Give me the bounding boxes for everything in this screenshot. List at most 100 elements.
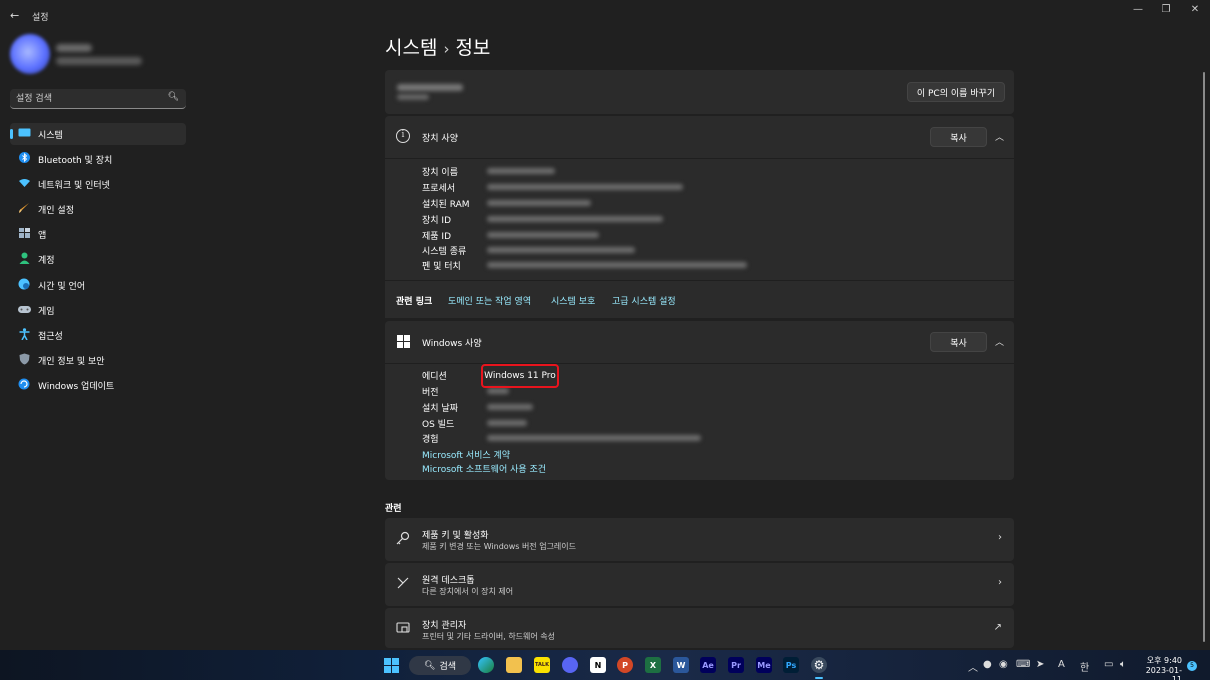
- tray-app-icon[interactable]: ●: [983, 659, 992, 670]
- sidebar-item-system[interactable]: 시스템: [10, 123, 186, 145]
- sidebar-item-personalization[interactable]: 개인 설정: [10, 199, 186, 221]
- sidebar-item-gaming[interactable]: 게임: [10, 299, 186, 321]
- scrollbar[interactable]: [1203, 72, 1205, 642]
- spec-key: 장치 이름: [422, 168, 458, 178]
- profile-email-redacted: [56, 57, 142, 65]
- avatar[interactable]: [10, 34, 50, 74]
- device-specs-header[interactable]: i 장치 사양 복사 ︿: [385, 116, 1014, 158]
- photoshop-icon[interactable]: Ps: [783, 657, 799, 673]
- minimize-button[interactable]: —: [1124, 4, 1152, 18]
- link-advanced-system-settings[interactable]: 고급 시스템 설정: [612, 294, 676, 307]
- breadcrumb-parent[interactable]: 시스템: [385, 37, 437, 59]
- spec-value-redacted: [487, 200, 591, 206]
- ime-hangul-indicator[interactable]: 한: [1080, 659, 1089, 674]
- related-links-title: 관련 링크: [396, 297, 433, 307]
- windows-logo-icon: [397, 335, 410, 348]
- sidebar-item-time-language[interactable]: 시간 및 언어: [10, 274, 186, 296]
- spec-key: 설치된 RAM: [422, 200, 470, 210]
- sidebar-item-accessibility[interactable]: 접근성: [10, 325, 186, 347]
- spec-value-redacted: [487, 404, 533, 410]
- divider: [385, 363, 1014, 364]
- close-button[interactable]: ✕: [1181, 4, 1209, 18]
- sidebar-item-label: 게임: [38, 306, 55, 317]
- send-icon[interactable]: ➤: [1036, 659, 1044, 670]
- search-icon[interactable]: 🔍︎: [168, 92, 179, 102]
- time-language-icon: [10, 278, 38, 293]
- related-item-device-manager[interactable]: 장치 관리자 프린터 및 기타 드라이버, 하드웨어 속성 ↗: [385, 608, 1014, 648]
- spec-key: 제품 ID: [422, 232, 452, 242]
- clock-time[interactable]: 오후 9:40: [1146, 655, 1182, 666]
- sidebar-item-label: 개인 정보 및 보안: [38, 357, 105, 368]
- chevron-up-icon[interactable]: ︿: [968, 659, 978, 674]
- title-bar: ← 설정 — ❐ ✕: [0, 0, 1210, 30]
- shield-icon: [10, 353, 38, 368]
- volume-icon[interactable]: 🔈︎: [1120, 659, 1126, 670]
- sidebar-item-privacy[interactable]: 개인 정보 및 보안: [10, 350, 186, 372]
- back-arrow-icon[interactable]: ←: [10, 9, 19, 22]
- device-name-redacted: [397, 84, 463, 91]
- taskbar-search[interactable]: 🔍︎ 검색: [409, 656, 471, 675]
- windows-specs-title: Windows 사양: [422, 339, 482, 349]
- related-item-product-key[interactable]: 제품 키 및 활성화 제품 키 변경 또는 Windows 버전 업그레이드 ›: [385, 518, 1014, 561]
- ime-mode-indicator[interactable]: A: [1058, 659, 1065, 670]
- taskbar: 🔍︎ 검색 TALK N P X W Ae Pr Me Ps ⚙ ︿ ● ◉ ⌨ …: [0, 650, 1210, 680]
- edition-value: Windows 11 Pro: [481, 364, 559, 388]
- link-system-protection[interactable]: 시스템 보호: [551, 294, 595, 307]
- clock-date[interactable]: 2023-01-11: [1140, 666, 1182, 680]
- copy-windows-specs-button[interactable]: 복사: [930, 332, 987, 352]
- spec-value-redacted: [487, 184, 683, 190]
- spec-row: 장치 이름: [422, 165, 1002, 179]
- discord-icon[interactable]: [562, 657, 578, 673]
- edge-icon[interactable]: [478, 657, 494, 673]
- discord-tray-icon[interactable]: ◉: [999, 659, 1008, 670]
- spec-row: 펜 및 터치: [422, 259, 1002, 273]
- start-button[interactable]: [383, 657, 399, 673]
- search-icon: 🔍︎: [424, 660, 436, 671]
- chevron-up-icon[interactable]: ︿: [995, 335, 1004, 348]
- device-manager-icon: [396, 621, 410, 639]
- excel-icon[interactable]: X: [645, 657, 661, 673]
- link-microsoft-services-agreement[interactable]: Microsoft 서비스 계약: [422, 448, 510, 461]
- kakaotalk-icon[interactable]: TALK: [534, 657, 550, 673]
- account-icon: [10, 252, 38, 267]
- spec-key: 프로세서: [422, 184, 456, 194]
- gamepad-icon: [10, 304, 38, 317]
- device-model-redacted: [397, 94, 429, 100]
- sidebar-item-label: 접근성: [38, 332, 63, 342]
- word-icon[interactable]: W: [673, 657, 689, 673]
- sidebar-item-accounts[interactable]: 계정: [10, 249, 186, 271]
- link-microsoft-software-license[interactable]: Microsoft 소프트웨어 사용 조건: [422, 462, 546, 475]
- window-title: 설정: [32, 13, 49, 23]
- windows-specs-header[interactable]: Windows 사양 복사 ︿: [385, 321, 1014, 363]
- display-icon[interactable]: ▭: [1104, 659, 1113, 670]
- spec-row: 제품 ID: [422, 229, 1002, 243]
- chevron-up-icon[interactable]: ︿: [995, 130, 1004, 143]
- related-item-subtitle: 다른 장치에서 이 장치 제어: [422, 587, 514, 596]
- spec-row: 시스템 종류: [422, 244, 1002, 258]
- sidebar-item-bluetooth[interactable]: Bluetooth 및 장치: [10, 148, 186, 170]
- bluetooth-icon: [10, 152, 38, 166]
- search-input[interactable]: [16, 92, 166, 106]
- notification-badge[interactable]: 5: [1187, 661, 1197, 671]
- notion-icon[interactable]: N: [590, 657, 606, 673]
- rename-pc-button[interactable]: 이 PC의 이름 바꾸기: [907, 82, 1005, 102]
- media-encoder-icon[interactable]: Me: [756, 657, 772, 673]
- sidebar-item-network[interactable]: 네트워크 및 인터넷: [10, 173, 186, 195]
- related-item-title: 제품 키 및 활성화: [422, 531, 489, 541]
- related-item-remote-desktop[interactable]: 원격 데스크톱 다른 장치에서 이 장치 제어 ›: [385, 563, 1014, 606]
- copy-device-specs-button[interactable]: 복사: [930, 127, 987, 147]
- divider: [385, 158, 1014, 159]
- keyboard-icon[interactable]: ⌨: [1016, 659, 1030, 670]
- sidebar-item-label: 앱: [38, 231, 47, 242]
- premiere-icon[interactable]: Pr: [728, 657, 744, 673]
- settings-search-box[interactable]: 🔍︎: [10, 89, 186, 109]
- restore-button[interactable]: ❐: [1152, 4, 1180, 18]
- file-explorer-icon[interactable]: [506, 657, 522, 673]
- link-domain-workgroup[interactable]: 도메인 또는 작업 영역: [448, 294, 531, 307]
- sidebar-item-apps[interactable]: 앱: [10, 224, 186, 246]
- settings-gear-icon[interactable]: ⚙: [811, 657, 827, 673]
- powerpoint-icon[interactable]: P: [617, 657, 633, 673]
- sidebar-item-label: 계정: [38, 256, 55, 267]
- sidebar-item-windows-update[interactable]: Windows 업데이트: [10, 375, 186, 397]
- after-effects-icon[interactable]: Ae: [700, 657, 716, 673]
